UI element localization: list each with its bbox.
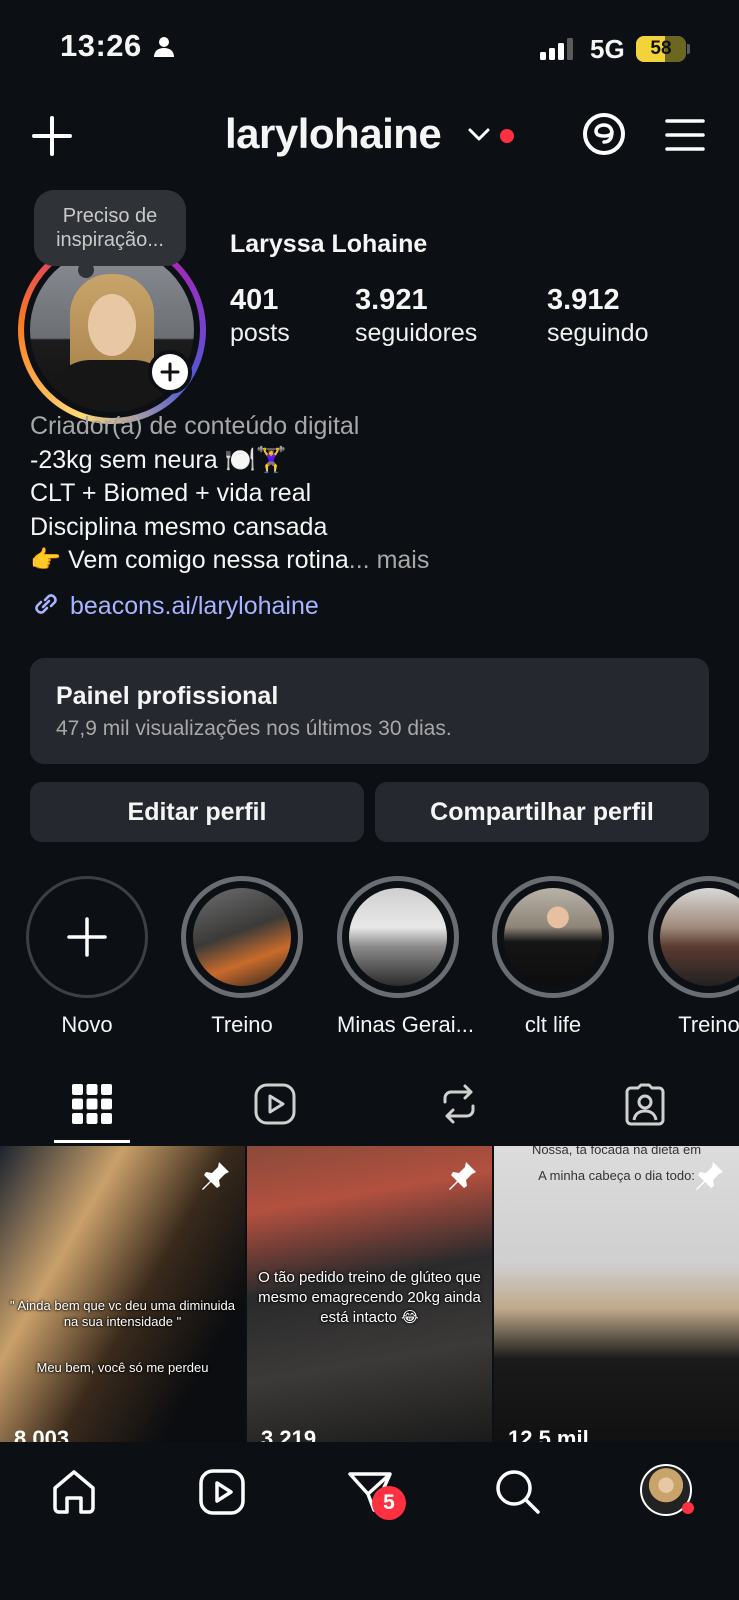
full-name: Laryssa Lohaine [230,230,428,258]
highlight-item[interactable]: clt life [492,876,614,1038]
stat-following-count: 3.912 [547,284,620,316]
status-time: 13:26 [60,28,142,63]
tagged-icon[interactable] [623,1082,667,1126]
bio: Criador(a) de conteúdo digital -23kg sem… [30,410,710,578]
link-icon [35,594,57,614]
person-icon [154,37,174,57]
highlight-new-circle [26,876,148,998]
panel-subtitle: 47,9 mil visualizações nos últimos 30 di… [56,717,452,740]
reels-tab-icon[interactable] [253,1082,297,1126]
home-icon[interactable] [50,1468,98,1516]
pin-icon [202,1162,229,1190]
chevron-down-icon[interactable] [468,128,490,142]
reels-icon[interactable] [198,1468,246,1516]
stat-posts[interactable]: 401 posts [230,284,290,348]
note-bubble-tail [78,262,94,278]
stat-following-label: seguindo [547,319,649,347]
post-thumbnail[interactable]: Nossa, ta focada na dieta em A minha cab… [494,1146,739,1442]
bio-more-link[interactable]: mais [377,546,430,574]
profile-notification-dot [682,1502,694,1514]
stat-posts-count: 401 [230,284,279,316]
active-tab-indicator [54,1140,130,1143]
messages-badge: 5 [372,1486,406,1520]
stat-followers-count: 3.921 [355,284,428,316]
bio-line: Disciplina mesmo cansada [30,512,328,541]
share-profile-button[interactable]: Compartilhar perfil [375,782,709,842]
bio-category: Criador(a) de conteúdo digital [30,412,360,440]
highlight-item[interactable]: Treino [648,876,739,1038]
bio-link[interactable]: beacons.ai/larylohaine [30,588,319,621]
add-story-button[interactable] [148,350,192,394]
highlight-label: Minas Gerai... [337,1012,474,1037]
post-caption: Meu bem, você só me perdeu [36,1360,209,1375]
post-thumbnail[interactable]: O tão pedido treino de glúteo que mesmo … [247,1146,492,1442]
bio-link-text[interactable]: beacons.ai/larylohaine [70,592,319,620]
professional-dashboard[interactable]: Painel profissional 47,9 mil visualizaçõ… [30,658,709,764]
search-icon[interactable] [494,1468,542,1516]
pin-icon [449,1162,476,1190]
stat-followers-label: seguidores [355,319,478,347]
stat-followers[interactable]: 3.921 seguidores [355,284,477,348]
username[interactable]: larylohaine [225,110,442,158]
bio-line: -23kg sem neura 🍽️🏋️‍♀️ [30,445,287,474]
post-caption: Nossa, ta focada na dieta em [531,1146,702,1157]
battery-icon: 58 [636,36,690,62]
plus-icon [67,917,107,957]
post-caption: O tão pedido treino de glúteo que mesmo … [258,1269,481,1326]
network-type: 5G [590,34,625,64]
bio-line-last: 👉 Vem comigo nessa rotina... mais [30,544,710,578]
edit-profile-button[interactable]: Editar perfil [30,782,364,842]
highlight-item[interactable]: Minas Gerai... [337,876,474,1038]
bio-line: CLT + Biomed + vida real [30,479,312,507]
threads-icon[interactable] [580,110,628,158]
bottom-nav [0,1442,739,1600]
bio-line: 👉 Vem comigo nessa rotina [30,546,349,574]
post-caption: " Ainda bem que vc deu uma diminuida na … [9,1298,236,1329]
highlight-item[interactable]: Treino [181,876,303,1038]
signal-icon [540,38,573,60]
post-views: 8.003 [14,1426,70,1442]
reposts-icon[interactable] [437,1082,481,1126]
post-views: 3.219 [261,1426,317,1442]
highlight-label: Novo [61,1012,113,1037]
stat-following[interactable]: 3.912 seguindo [547,284,648,348]
highlight-new[interactable]: Novo [26,876,148,1038]
battery-level: 58 [650,38,672,59]
grid-icon[interactable] [70,1082,114,1126]
notification-dot [500,129,514,143]
stat-posts-label: posts [230,319,290,347]
post-thumbnail[interactable]: " Ainda bem que vc deu uma diminuida na … [0,1146,245,1442]
bio-ellipsis: ... [348,546,370,574]
highlight-label: clt life [524,1012,582,1037]
note-bubble[interactable]: Preciso de inspiração... [34,190,186,266]
menu-icon[interactable] [665,118,705,152]
panel-title: Painel profissional [56,682,279,710]
highlight-label: Treino [678,1012,739,1037]
highlight-label: Treino [211,1012,273,1037]
pin-icon [696,1162,723,1190]
plus-icon [160,362,180,382]
create-icon[interactable] [30,114,74,158]
post-views: 12,5 mil [508,1426,589,1442]
